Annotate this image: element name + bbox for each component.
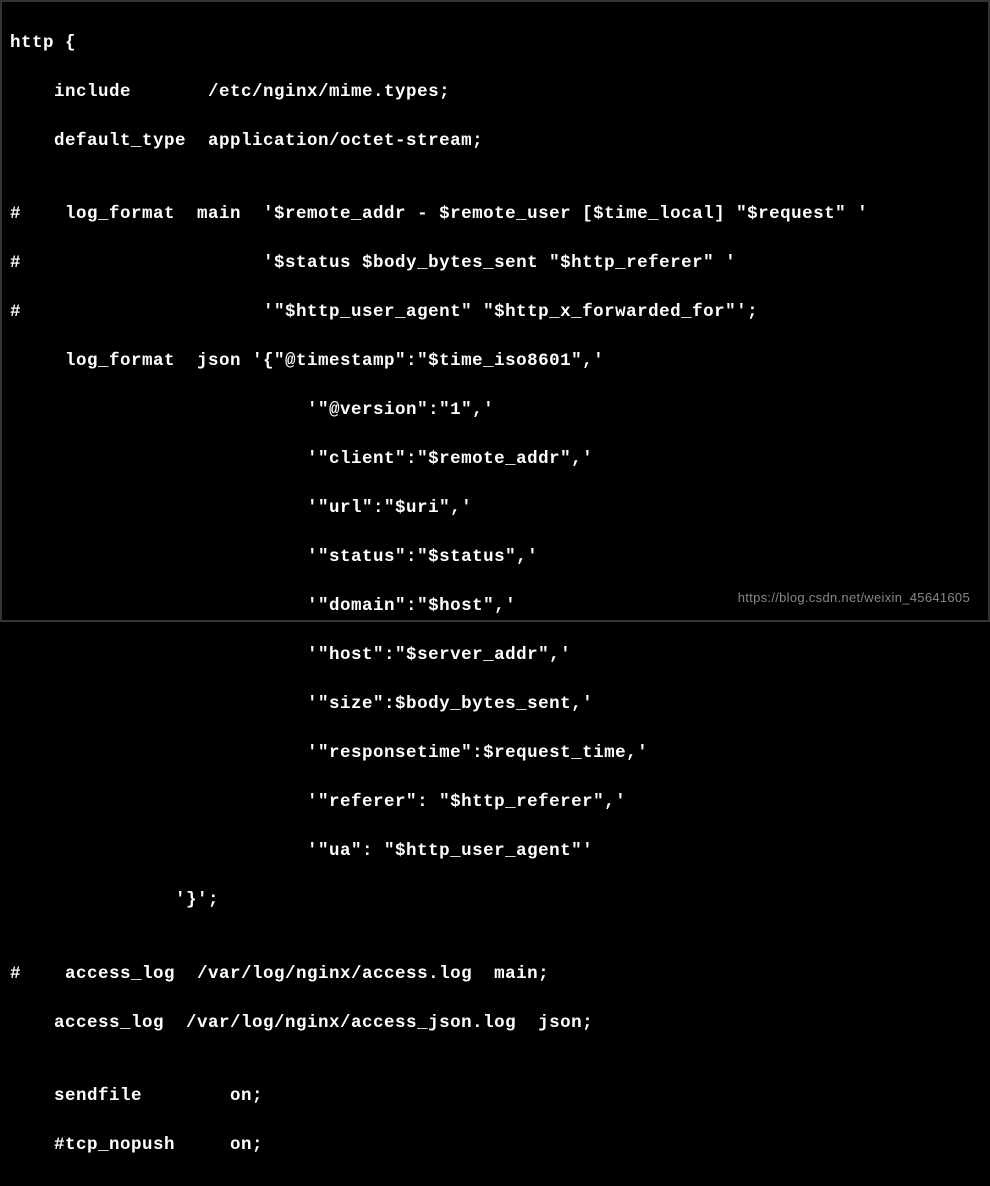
code-line: #tcp_nopush on;: [10, 1133, 980, 1158]
code-line: '"referer": "$http_referer",': [10, 790, 980, 815]
code-line: # '$status $body_bytes_sent "$http_refer…: [10, 251, 980, 276]
code-line: '"size":$body_bytes_sent,': [10, 692, 980, 717]
code-line: sendfile on;: [10, 1084, 980, 1109]
code-line: '"client":"$remote_addr",': [10, 447, 980, 472]
watermark-url: https://blog.csdn.net/weixin_45641605: [738, 590, 970, 605]
code-line: '"host":"$server_addr",': [10, 643, 980, 668]
code-line: '"responsetime":$request_time,': [10, 741, 980, 766]
code-line: include /etc/nginx/mime.types;: [10, 80, 980, 105]
code-line: # log_format main '$remote_addr - $remot…: [10, 202, 980, 227]
code-line: http {: [10, 31, 980, 56]
code-line: '"@version":"1",': [10, 398, 980, 423]
code-line: default_type application/octet-stream;: [10, 129, 980, 154]
code-line: log_format json '{"@timestamp":"$time_is…: [10, 349, 980, 374]
code-line: # access_log /var/log/nginx/access.log m…: [10, 962, 980, 987]
code-line: '}';: [10, 888, 980, 913]
code-line: '"status":"$status",': [10, 545, 980, 570]
code-line: '"url":"$uri",': [10, 496, 980, 521]
code-line: # '"$http_user_agent" "$http_x_forwarded…: [10, 300, 980, 325]
code-line: '"ua": "$http_user_agent"': [10, 839, 980, 864]
code-line: access_log /var/log/nginx/access_json.lo…: [10, 1011, 980, 1036]
